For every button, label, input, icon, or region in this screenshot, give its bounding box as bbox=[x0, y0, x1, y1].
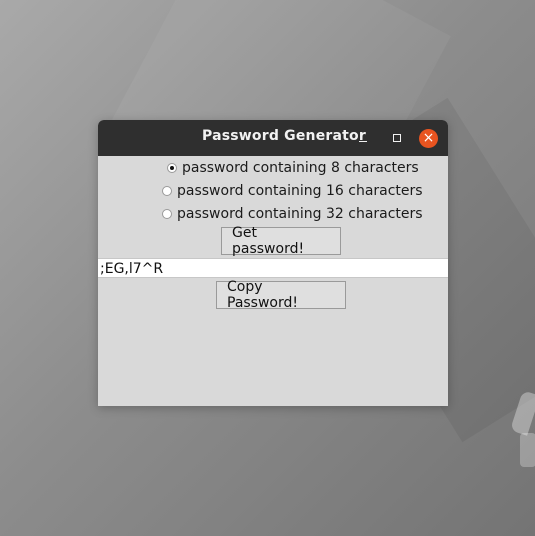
password-generator-window: Password Generator × password containing… bbox=[98, 120, 448, 406]
password-length-32-option[interactable]: password containing 32 characters bbox=[162, 204, 423, 224]
minimize-icon bbox=[359, 140, 367, 142]
password-length-16-label: password containing 16 characters bbox=[177, 183, 423, 199]
radio-unselected-icon[interactable] bbox=[162, 186, 172, 196]
window-titlebar[interactable]: Password Generator × bbox=[98, 120, 448, 156]
window-title: Password Generator bbox=[202, 128, 366, 144]
password-length-8-label: password containing 8 characters bbox=[182, 160, 419, 176]
close-button[interactable]: × bbox=[419, 129, 438, 148]
get-password-button[interactable]: Get password! bbox=[221, 225, 341, 257]
password-output-field[interactable]: ;EG,l7^R bbox=[98, 258, 448, 278]
maximize-button[interactable] bbox=[387, 128, 407, 148]
password-length-8-option[interactable]: password containing 8 characters bbox=[167, 158, 419, 178]
maximize-icon bbox=[393, 134, 401, 142]
password-length-16-option[interactable]: password containing 16 characters bbox=[162, 181, 423, 201]
password-length-32-label: password containing 32 characters bbox=[177, 206, 423, 222]
copy-password-button[interactable]: Copy Password! bbox=[216, 279, 346, 311]
close-icon: × bbox=[422, 130, 435, 146]
radio-unselected-icon[interactable] bbox=[162, 209, 172, 219]
radio-selected-icon[interactable] bbox=[167, 163, 177, 173]
desktop-background-shape bbox=[520, 433, 535, 467]
minimize-button[interactable] bbox=[353, 128, 373, 148]
window-content: password containing 8 characters passwor… bbox=[98, 156, 448, 406]
